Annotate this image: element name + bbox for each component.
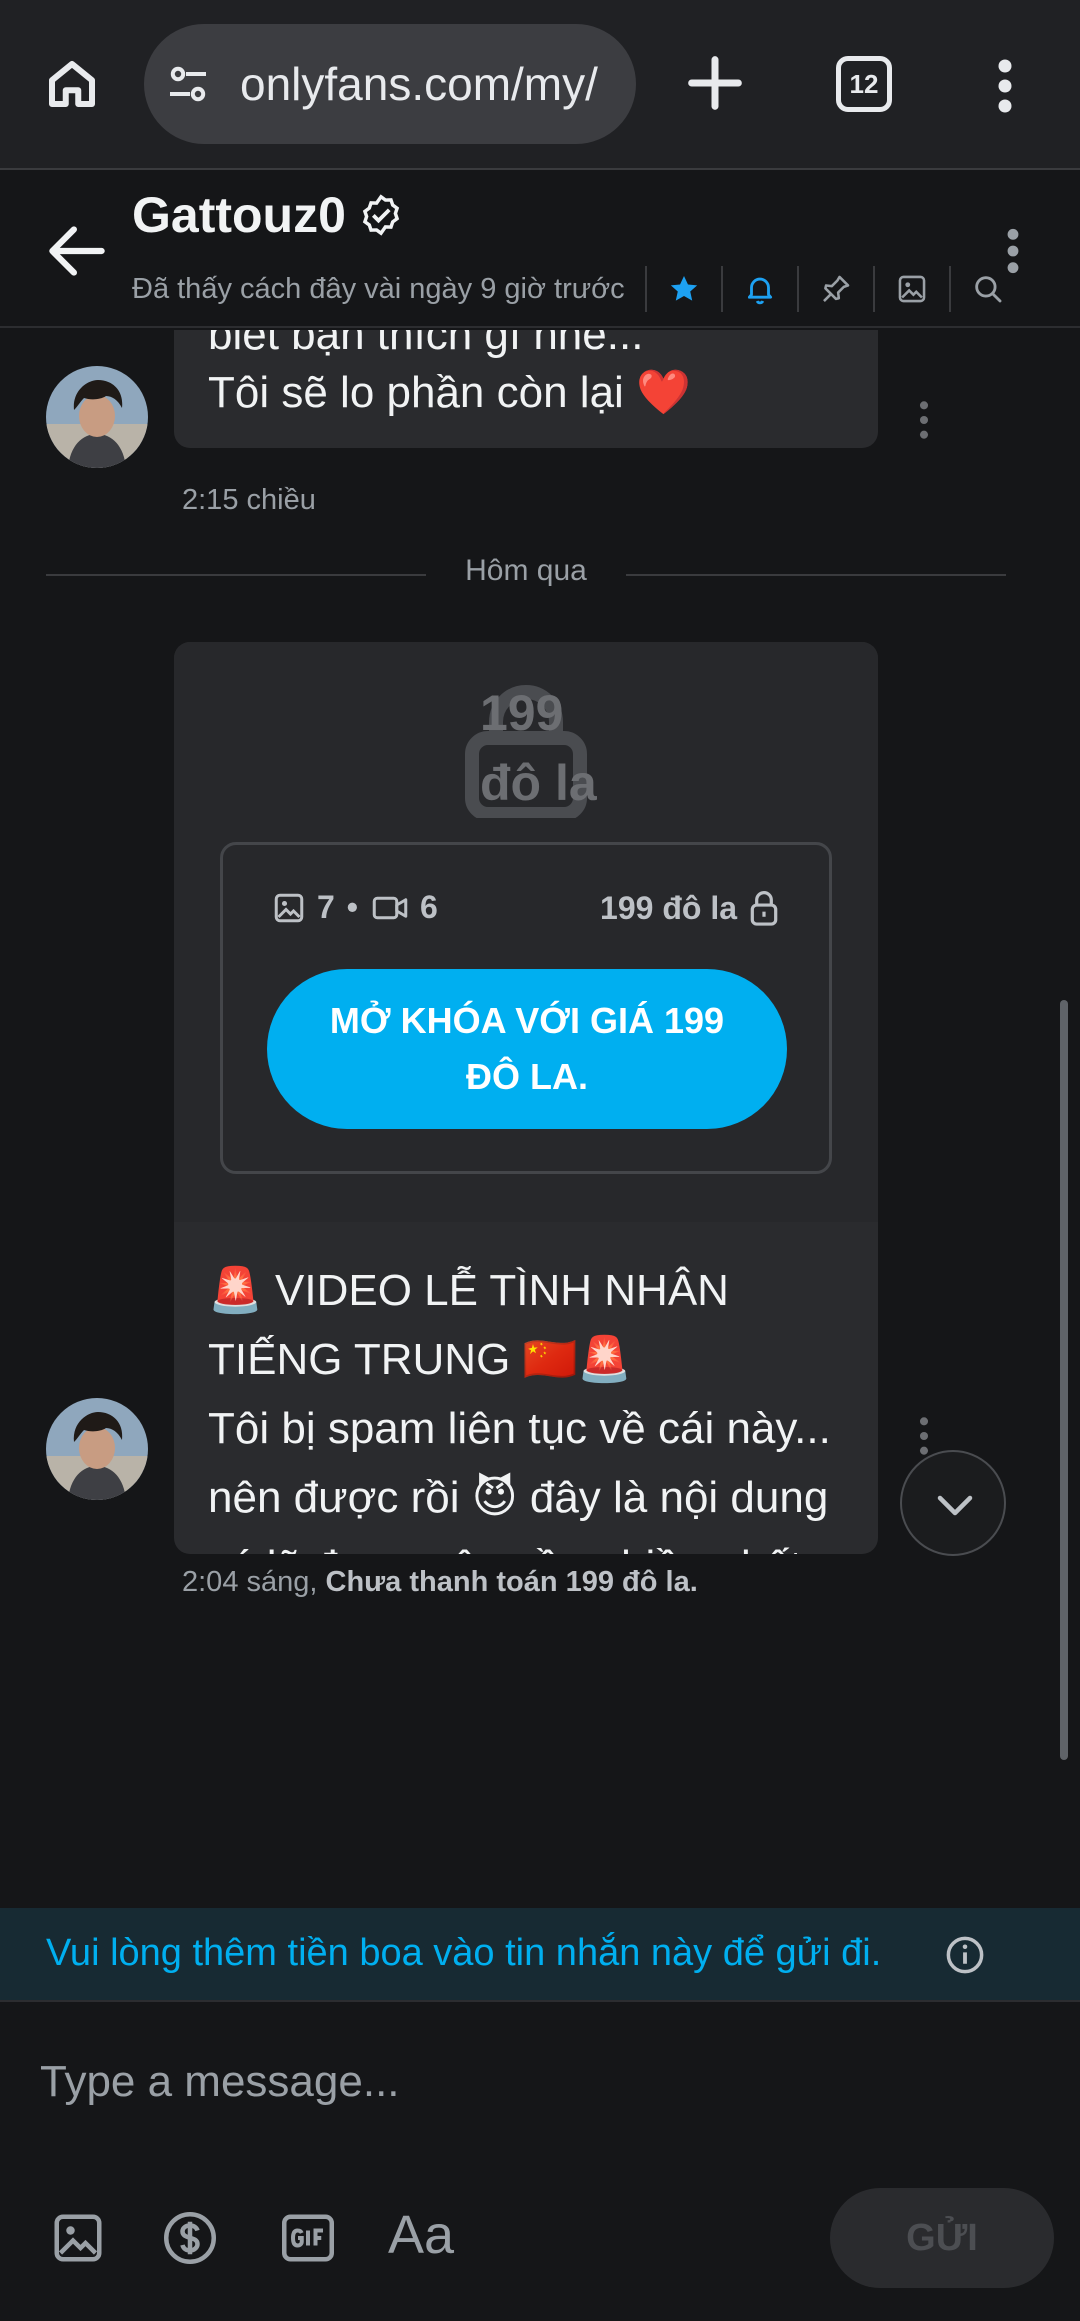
day-divider-label: Hôm qua [465, 554, 587, 587]
payment-status: Chưa thanh toán 199 đô la. [325, 1566, 698, 1598]
message-more-icon[interactable] [912, 398, 936, 442]
last-seen-text: Đã thấy cách đây vài ngày 9 giờ trước [132, 272, 625, 305]
avatar-image [46, 1398, 148, 1500]
message-time: 2:15 chiều [182, 484, 316, 516]
avatar[interactable] [46, 1398, 148, 1500]
photo-icon [274, 893, 304, 922]
chat-name[interactable]: Gattouz0 [132, 186, 346, 244]
message-text: 🚨 VIDEO LỄ TÌNH NHÂN TIẾNG TRUNG 🇨🇳🚨 Tôi… [208, 1266, 831, 1554]
avatar[interactable] [46, 366, 148, 468]
message-time: 2:04 sáng, Chưa thanh toán 199 đô la. [182, 1566, 698, 1599]
address-bar[interactable]: onlyfans.com/my/ [144, 24, 636, 144]
message-time-value: 2:04 sáng, [182, 1566, 318, 1598]
divider [626, 574, 1006, 576]
back-arrow-icon[interactable] [40, 214, 114, 288]
message-text: Tôi sẽ lo phần còn lại ❤️ [208, 368, 691, 417]
image-icon[interactable] [48, 2208, 108, 2268]
dot-separator: • [346, 889, 358, 925]
verified-icon [362, 194, 400, 236]
bell-icon[interactable] [743, 272, 777, 306]
price-label: 199 đô la [600, 889, 781, 927]
url-text: onlyfans.com/my/ [240, 58, 598, 110]
gallery-icon[interactable] [895, 272, 929, 306]
gif-icon[interactable] [278, 2208, 338, 2268]
search-icon[interactable] [971, 272, 1005, 306]
divider [948, 266, 951, 312]
divider [644, 266, 647, 312]
locked-media-info: 7 • 6 199 đô la MỞ KHÓA VỚI GIÁ 199 ĐÔ L… [220, 842, 832, 1174]
dollar-icon[interactable] [160, 2208, 220, 2268]
divider [872, 266, 875, 312]
home-icon [49, 61, 95, 107]
video-count: 6 [420, 889, 438, 925]
message-composer: Aa GỬI [0, 2002, 1080, 2321]
info-icon[interactable] [944, 1934, 986, 1976]
divider [720, 266, 723, 312]
photo-count: 7 [317, 889, 335, 925]
day-divider: Hôm qua [46, 554, 1006, 594]
chevron-down-icon [937, 1495, 973, 1516]
divider [796, 266, 799, 312]
tip-notice: Vui lòng thêm tiền boa vào tin nhắn này … [0, 1908, 1080, 2002]
chat-status-row: Đã thấy cách đây vài ngày 9 giờ trước [132, 264, 1005, 314]
tip-notice-text[interactable]: Vui lòng thêm tiền boa vào tin nhắn này … [46, 1932, 881, 1975]
price-text: 199 đô la [600, 889, 737, 926]
message-bubble[interactable]: biết bạn thích gì nhé... Tôi sẽ lo phần … [174, 330, 878, 448]
message-caption: 🚨 VIDEO LỄ TÌNH NHÂN TIẾNG TRUNG 🇨🇳🚨 Tôi… [208, 1256, 858, 1554]
chat-header: Gattouz0 Đã thấy cách đây vài ngày 9 giờ… [0, 172, 1080, 328]
avatar-image [46, 366, 148, 468]
star-icon[interactable] [667, 272, 701, 306]
pin-icon[interactable] [819, 272, 853, 306]
text-format-button[interactable]: Aa [388, 2204, 454, 2266]
tab-switcher-button[interactable]: 12 [836, 56, 892, 112]
chat-title-row: Gattouz0 [132, 186, 404, 244]
new-tab-icon[interactable] [680, 48, 750, 118]
send-button[interactable]: GỬI [830, 2188, 1054, 2288]
home-button[interactable] [36, 48, 108, 120]
browser-menu-icon[interactable] [990, 56, 1020, 116]
scrollbar[interactable] [1060, 1000, 1068, 1760]
site-settings-icon[interactable] [164, 60, 212, 108]
tab-count: 12 [849, 68, 879, 99]
media-counts: 7 • 6 [271, 889, 438, 926]
lock-price-text: 199 đô la [480, 685, 597, 811]
message-input[interactable] [40, 2042, 1040, 2122]
locked-media-preview: 199 đô la 7 • 6 199 đô la MỞ KHÓA VỚI GI… [174, 642, 878, 1222]
unlock-button[interactable]: MỞ KHÓA VỚI GIÁ 199 ĐÔ LA. [267, 969, 787, 1129]
browser-toolbar: onlyfans.com/my/ 12 [0, 0, 1080, 170]
more-icon[interactable] [1000, 226, 1026, 276]
scroll-to-bottom-button[interactable] [900, 1450, 1006, 1556]
locked-media-message[interactable]: 199 đô la 7 • 6 199 đô la MỞ KHÓA VỚI GI… [174, 642, 878, 1554]
video-icon [372, 896, 408, 919]
message-list[interactable]: biết bạn thích gì nhé... Tôi sẽ lo phần … [0, 330, 1080, 1908]
lock-icon [750, 891, 778, 926]
